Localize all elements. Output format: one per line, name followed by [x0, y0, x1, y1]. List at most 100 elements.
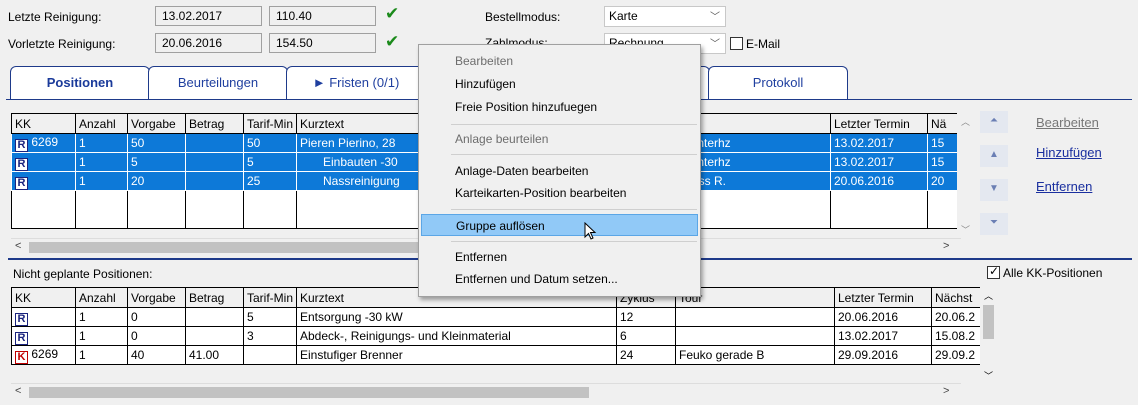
cell-anzahl: 1	[75, 326, 128, 346]
checkmark-icon: ✔	[385, 4, 400, 23]
email-label: E-Mail	[746, 37, 781, 51]
vorletzte-reinigung-label: Vorletzte Reinigung:	[8, 37, 116, 51]
cell-tarif: 3	[243, 326, 297, 346]
menu-item-freie-position[interactable]: Freie Position hinzufuegen	[421, 96, 698, 118]
cell-vorgabe: 5	[127, 152, 186, 172]
double-down-icon: ⏷	[990, 217, 998, 228]
hinzufuegen-link[interactable]: Hinzufügen	[1036, 145, 1102, 160]
col-anzahl[interactable]: Anzahl	[75, 113, 128, 134]
cell-anzahl: 1	[75, 152, 128, 172]
menu-item-anlage-daten[interactable]: Anlage-Daten bearbeiten	[421, 160, 698, 182]
tab-positionen[interactable]: Positionen	[10, 66, 150, 100]
triangle-down-icon: ▼	[989, 183, 999, 194]
cell-betrag	[185, 307, 244, 327]
menu-separator	[451, 124, 697, 125]
menu-item-entfernen-datum[interactable]: Entfernen und Datum setzen...	[421, 268, 698, 290]
cell-betrag: 41.00	[185, 345, 244, 365]
cell-zyklus: 12	[616, 307, 676, 327]
col-kk[interactable]: KK	[11, 287, 76, 308]
menu-separator	[451, 154, 697, 155]
col-kk[interactable]: KK	[11, 113, 76, 134]
double-up-icon: ⏶	[990, 115, 998, 126]
cell-betrag	[185, 152, 244, 172]
col-tarif-min[interactable]: Tarif-Min	[243, 113, 297, 134]
mouse-pointer-icon	[584, 222, 597, 240]
col-anzahl[interactable]: Anzahl	[75, 287, 128, 308]
vorletzte-reinigung-value: 154.50	[269, 33, 376, 53]
cell-zyklus: 24	[616, 345, 676, 365]
cell-tarif: 5	[243, 307, 297, 327]
tab-fristen[interactable]: ► Fristen (0/1)	[286, 66, 426, 100]
letzte-reinigung-date: 13.02.2017	[155, 6, 262, 26]
bestellmodus-label: Bestellmodus:	[485, 10, 561, 24]
cell-next: 15.08.2	[931, 326, 982, 346]
bottom-grid-hscrollbar[interactable]: < >	[11, 383, 961, 400]
r-icon: R	[15, 176, 28, 190]
cell-tarif	[243, 345, 297, 365]
email-checkbox[interactable]: E-Mail	[730, 37, 780, 51]
col-betrag[interactable]: Betrag	[185, 113, 244, 134]
menu-item-anlage-beurteilen[interactable]: Anlage beurteilen	[421, 128, 698, 150]
cell-kk: 6269	[31, 134, 59, 149]
r-icon: R	[15, 312, 28, 326]
tab-beurteilungen[interactable]: Beurteilungen	[148, 66, 288, 100]
cell-kurztext: Entsorgung -30 kW	[296, 307, 617, 327]
cell-betrag	[185, 133, 244, 153]
triangle-up-icon: ▲	[989, 149, 999, 160]
col-vorgabe[interactable]: Vorgabe	[127, 287, 186, 308]
nicht-geplante-label: Nicht geplante Positionen:	[13, 267, 153, 281]
scroll-thumb[interactable]	[29, 387, 589, 398]
menu-item-bearbeiten[interactable]: Bearbeiten	[421, 50, 698, 72]
col-letzter-termin[interactable]: Letzter Termin	[834, 287, 932, 308]
move-top-button[interactable]: ⏶	[980, 111, 1008, 133]
bestellmodus-value: Karte	[609, 9, 638, 23]
col-vorgabe[interactable]: Vorgabe	[127, 113, 186, 134]
col-letzter-termin[interactable]: Letzter Termin	[830, 113, 928, 134]
chevron-right-icon: >	[943, 240, 950, 252]
letzte-reinigung-label: Letzte Reinigung:	[8, 10, 102, 24]
scroll-thumb[interactable]	[983, 305, 994, 339]
cell-anzahl: 1	[75, 133, 128, 153]
move-up-button[interactable]: ▲	[980, 145, 1008, 167]
move-bottom-button[interactable]: ⏷	[980, 213, 1008, 235]
col-tarif-min[interactable]: Tarif-Min	[243, 287, 297, 308]
cell-anzahl: 1	[75, 345, 128, 365]
r-icon: R	[15, 138, 28, 152]
menu-item-karteikarten[interactable]: Karteikarten-Position bearbeiten	[421, 182, 698, 204]
alle-kk-positionen-checkbox[interactable]: Alle KK-Positionen	[987, 264, 1102, 280]
cell-termin: 20.06.2016	[830, 171, 928, 191]
cell-termin: 13.02.2017	[834, 326, 932, 346]
chevron-right-icon: >	[943, 385, 950, 397]
table-row[interactable]: R 1 0 3 Abdeck-, Reinigungs- und Kleinma…	[11, 326, 982, 346]
chevron-left-icon: <	[15, 385, 22, 397]
col-naechster[interactable]: Nächst	[931, 287, 982, 308]
checkmark-icon: ✔	[385, 32, 400, 51]
cell-zyklus: 6	[616, 326, 676, 346]
cell-tarif: 25	[243, 171, 297, 191]
cell-kurztext: Abdeck-, Reinigungs- und Kleinmaterial	[296, 326, 617, 346]
col-betrag[interactable]: Betrag	[185, 287, 244, 308]
menu-item-gruppe-aufloesen[interactable]: Gruppe auflösen	[421, 214, 698, 236]
chevron-down-icon: ﹀	[710, 12, 720, 23]
cell-tour: Feuko gerade B	[675, 345, 835, 365]
r-icon: R	[15, 331, 28, 345]
cell-next: 20.06.2	[931, 307, 982, 327]
table-row[interactable]: K 6269 1 40 41.00 Einstufiger Brenner 24…	[11, 345, 982, 365]
checkbox-checked-icon	[987, 264, 1000, 279]
move-down-button[interactable]: ▼	[980, 179, 1008, 201]
menu-separator	[451, 241, 697, 242]
cell-tarif: 5	[243, 152, 297, 172]
chevron-left-icon: <	[15, 240, 22, 252]
bottom-grid-vscrollbar[interactable]: ︿ ﹀	[980, 287, 997, 383]
bestellmodus-select[interactable]: Karte ﹀	[604, 6, 726, 27]
menu-item-hinzufuegen[interactable]: Hinzufügen	[421, 73, 698, 95]
top-grid-vscrollbar[interactable]: ︿ ﹀	[957, 113, 974, 238]
table-row[interactable]: R 1 0 5 Entsorgung -30 kW 12 20.06.2016 …	[11, 307, 982, 327]
cell-kk: 6269	[31, 346, 59, 361]
bearbeiten-link[interactable]: Bearbeiten	[1036, 115, 1099, 130]
unplanned-positions-grid[interactable]: KK Anzahl Vorgabe Betrag Tarif-Min Kurzt…	[11, 287, 982, 365]
menu-item-entfernen[interactable]: Entfernen	[421, 246, 698, 268]
entfernen-link[interactable]: Entfernen	[1036, 179, 1092, 194]
tab-protokoll[interactable]: Protokoll	[708, 66, 848, 100]
k-icon: K	[15, 350, 28, 364]
